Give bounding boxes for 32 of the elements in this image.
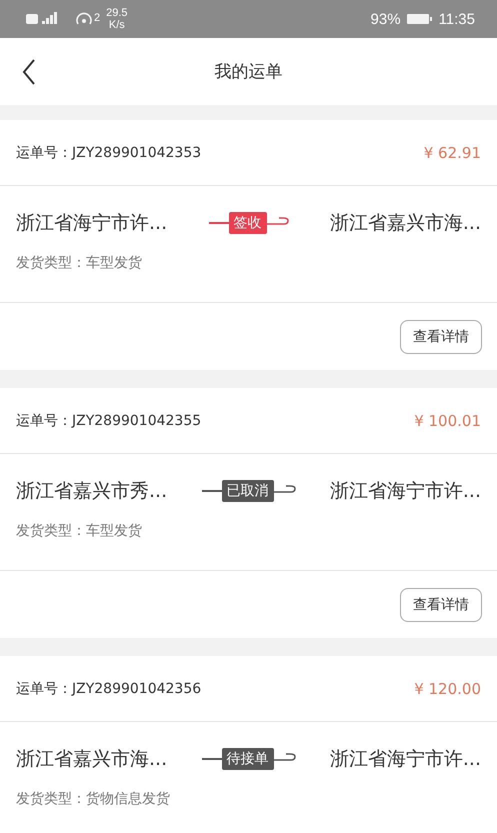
order-number: 运单号：JZY289901042353 <box>16 144 202 162</box>
speed-superscript: 2 <box>94 12 100 24</box>
clock-time: 11:35 <box>438 10 475 28</box>
connector-line <box>202 490 222 492</box>
connector-line <box>202 758 222 760</box>
order-price: ¥ 100.01 <box>414 412 481 430</box>
destination-address: 浙江省嘉兴市海... <box>330 211 481 236</box>
details-button[interactable]: 查看详情 <box>400 588 482 622</box>
battery-percent: 93% <box>370 10 401 28</box>
order-number: 运单号：JZY289901042356 <box>16 680 202 698</box>
shipping-type: 发货类型：货物信息发货 <box>16 790 171 808</box>
back-icon[interactable] <box>22 59 36 85</box>
status-tag: 已取消 <box>222 480 274 502</box>
origin-address: 浙江省嘉兴市秀... <box>16 479 168 504</box>
shipping-type: 发货类型：车型发货 <box>16 522 143 540</box>
hotspot-icon <box>76 12 92 26</box>
order-price: ¥ 120.00 <box>414 680 481 698</box>
destination-address: 浙江省海宁市许... <box>330 479 481 504</box>
order-price: ¥ 62.91 <box>424 144 481 162</box>
shipping-type: 发货类型：车型发货 <box>16 254 143 272</box>
origin-address: 浙江省嘉兴市海... <box>16 747 168 772</box>
status-tag: 签收 <box>228 212 266 234</box>
origin-address: 浙江省海宁市许... <box>16 211 168 236</box>
battery-icon <box>406 13 433 25</box>
speed-unit: K/s <box>108 19 125 31</box>
details-button[interactable]: 查看详情 <box>400 320 482 354</box>
connector-line <box>208 222 228 224</box>
order-number: 运单号：JZY289901042355 <box>16 412 202 430</box>
page-title: 我的运单 <box>214 61 282 83</box>
status-tag: 待接单 <box>222 748 274 770</box>
destination-address: 浙江省海宁市许... <box>330 747 481 772</box>
network-speed: 29.5 <box>106 7 128 19</box>
